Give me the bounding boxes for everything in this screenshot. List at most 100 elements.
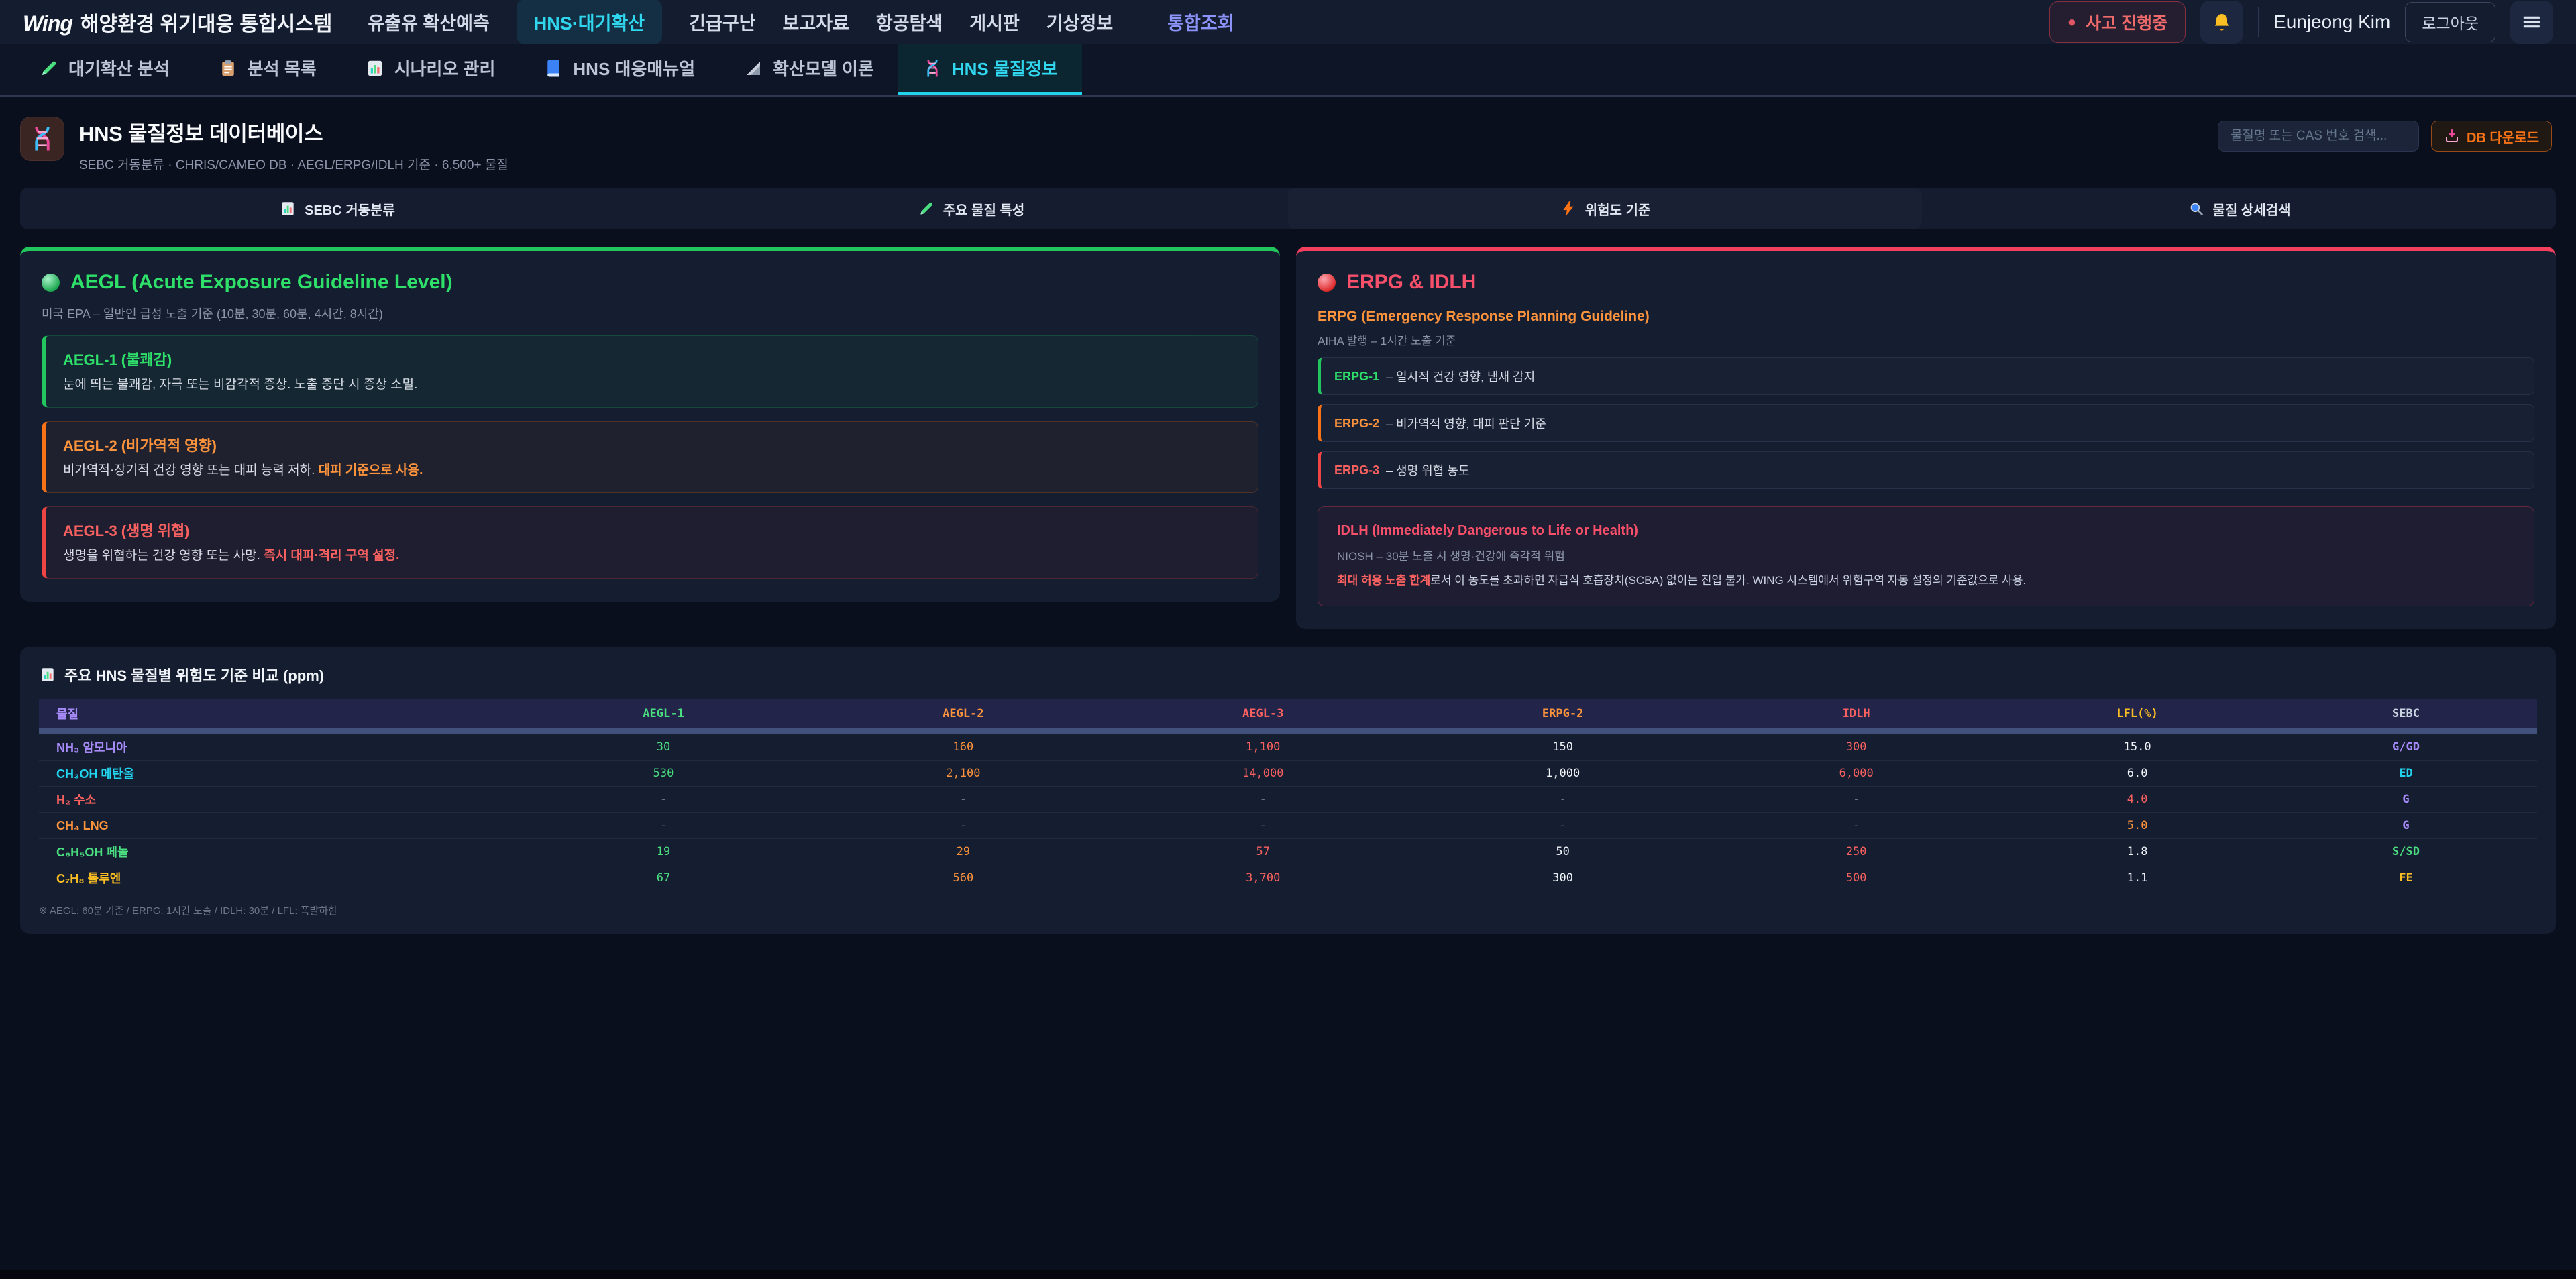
value-cell: 50	[1413, 839, 1713, 865]
status-dot-icon: ●	[2068, 13, 2076, 31]
nav-item-reports[interactable]: 보고자료	[783, 9, 849, 35]
substance-row: CH₄ LNG-----5.0G	[39, 813, 2537, 839]
value-cell: 67	[514, 865, 814, 891]
app-brand[interactable]: Wing 해양환경 위기대응 통합시스템	[23, 7, 332, 37]
aegl-panel-subtitle: 미국 EPA – 일반인 급성 노출 기준 (10분, 30분, 60분, 4시…	[42, 304, 1258, 322]
green-dot-icon	[42, 274, 60, 292]
aegl-level-3-card: AEGL-3 (생명 위협) 생명을 위협하는 건강 영향 또는 사망. 즉시 …	[42, 506, 1258, 579]
value-cell: 1.1	[2000, 865, 2275, 891]
value-cell: ED	[2275, 761, 2537, 787]
aegl-level-1-name: AEGL-1 (불쾌감)	[63, 348, 1240, 370]
subtab-scenario-management[interactable]: 시나리오 관리	[341, 44, 520, 95]
value-cell: 5.0	[2000, 813, 2275, 839]
subtab-analysis-list[interactable]: 분석 목록	[194, 44, 341, 95]
hns-comparison-table-card: 주요 HNS 물질별 위험도 기준 비교 (ppm) 물질AEGL-1AEGL-…	[20, 647, 2556, 934]
value-cell: FE	[2275, 865, 2537, 891]
erpg-heading: ERPG (Emergency Response Planning Guidel…	[1318, 309, 2534, 325]
erpg-title-text: ERPG & IDLH	[1346, 271, 1476, 294]
substance-name-cell: NH₃ 암모니아	[39, 734, 514, 761]
tab-key-substance-properties[interactable]: 주요 물질 특성	[654, 188, 1288, 229]
table-title-text: 주요 HNS 물질별 위험도 기준 비교 (ppm)	[64, 664, 324, 685]
download-icon	[2444, 128, 2460, 144]
value-cell: 500	[1713, 865, 2000, 891]
nav-item-aerial-search[interactable]: 항공탐색	[876, 9, 943, 35]
nav-item-weather[interactable]: 기상정보	[1046, 9, 1113, 35]
value-cell: -	[1113, 813, 1413, 839]
subtab-hns-response-manual[interactable]: HNS 대응매뉴얼	[519, 44, 719, 95]
value-cell: 57	[1113, 839, 1413, 865]
subtab-dispersion-analysis[interactable]: 대기확산 분석	[15, 44, 194, 95]
page: Wing 해양환경 위기대응 통합시스템 유출유 확산예측 HNS·대기확산 긴…	[0, 0, 2576, 1279]
bell-icon	[2211, 11, 2233, 33]
substance-name-cell: H₂ 수소	[39, 787, 514, 813]
section-tab-bar: SEBC 거동분류 주요 물질 특성 위험도 기준 물질 상세검색	[20, 188, 2556, 229]
subtab-hns-substance-info[interactable]: HNS 물질정보	[898, 44, 1082, 95]
menu-button[interactable]	[2510, 1, 2553, 44]
erpg-2-desc: – 비가역적 영향, 대피 판단 기준	[1386, 414, 1546, 432]
value-cell: 150	[1413, 734, 1713, 761]
column-header: AEGL-3	[1113, 699, 1413, 728]
hns-table-body: NH₃ 암모니아301601,10015030015.0G/GDCH₃OH 메탄…	[39, 734, 2537, 891]
aegl-title-text: AEGL (Acute Exposure Guideline Level)	[70, 271, 453, 294]
erpg-1-desc: – 일시적 건강 영향, 냄새 감지	[1386, 368, 1535, 385]
substance-name-cell: CH₄ LNG	[39, 813, 514, 839]
incident-status-badge: ● 사고 진행중	[2049, 1, 2186, 43]
nav-item-hns-dispersion[interactable]: HNS·대기확산	[517, 0, 662, 44]
tab-hazard-criteria[interactable]: 위험도 기준	[1288, 188, 1922, 229]
value-cell: 19	[514, 839, 814, 865]
erpg-3-chip: ERPG-3 – 생명 위협 농도	[1318, 451, 2534, 489]
value-cell: -	[813, 787, 1113, 813]
dna-icon	[922, 58, 943, 78]
substance-name-cell: C₆H₅OH 페놀	[39, 839, 514, 865]
substance-row: C₇H₈ 톨루엔675603,7003005001.1FE	[39, 865, 2537, 891]
erpg-2-chip: ERPG-2 – 비가역적 영향, 대피 판단 기준	[1318, 404, 2534, 442]
substance-search-input[interactable]	[2218, 121, 2419, 152]
aegl-level-2-card: AEGL-2 (비가역적 영향) 비가역적·장기적 건강 영향 또는 대피 능력…	[42, 421, 1258, 494]
idlh-box: IDLH (Immediately Dangerous to Life or H…	[1318, 506, 2534, 606]
page-subtitle: SEBC 거동분류 · CHRIS/CAMEO DB · AEGL/ERPG/I…	[79, 155, 508, 173]
nav-item-board[interactable]: 게시판	[969, 9, 1020, 35]
value-cell: 14,000	[1113, 761, 1413, 787]
subtab-label: 확산모델 이론	[773, 56, 874, 80]
logout-button[interactable]: 로그아웃	[2405, 2, 2496, 42]
hamburger-icon	[2521, 11, 2542, 33]
tab-substance-detail-search[interactable]: 물질 상세검색	[1922, 188, 2556, 229]
criteria-panels: AEGL (Acute Exposure Guideline Level) 미국…	[20, 247, 2556, 629]
column-header: IDLH	[1713, 699, 2000, 728]
substance-row: C₆H₅OH 페놀192957502501.8S/SD	[39, 839, 2537, 865]
notifications-button[interactable]	[2200, 1, 2243, 44]
app-title: 해양환경 위기대응 통합시스템	[80, 7, 332, 37]
aegl-level-3-desc: 생명을 위협하는 건강 영향 또는 사망. 즉시 대피·격리 구역 설정.	[63, 547, 1240, 565]
idlh-subtitle: NIOSH – 30분 노출 시 생명·건강에 즉각적 위험	[1337, 547, 2515, 563]
magnifier-icon	[2188, 200, 2205, 217]
value-cell: -	[813, 813, 1113, 839]
column-header: AEGL-2	[813, 699, 1113, 728]
app-logo: Wing	[23, 11, 72, 36]
pencil-icon	[39, 58, 59, 78]
value-cell: 1,000	[1413, 761, 1713, 787]
value-cell: -	[514, 787, 814, 813]
aegl-panel-title: AEGL (Acute Exposure Guideline Level)	[42, 271, 1258, 294]
nav-item-oil-spill-forecast[interactable]: 유출유 확산예측	[368, 9, 489, 35]
tab-sebc-classification[interactable]: SEBC 거동분류	[20, 188, 654, 229]
subtab-dispersion-model-theory[interactable]: 확산모델 이론	[719, 44, 898, 95]
aegl-panel: AEGL (Acute Exposure Guideline Level) 미국…	[20, 247, 1280, 602]
aegl-level-3-name: AEGL-3 (생명 위협)	[63, 519, 1240, 541]
erpg-idlh-panel: ERPG & IDLH ERPG (Emergency Response Pla…	[1296, 247, 2556, 629]
tab-label: 물질 상세검색	[2213, 199, 2291, 219]
substance-row: H₂ 수소-----4.0G	[39, 787, 2537, 813]
value-cell: 160	[813, 734, 1113, 761]
pencil-icon	[918, 200, 935, 217]
tab-label: 주요 물질 특성	[943, 199, 1025, 219]
page-title: HNS 물질정보 데이터베이스	[79, 117, 508, 147]
nav-item-integrated-search[interactable]: 통합조회	[1167, 9, 1234, 35]
aegl-level-1-card: AEGL-1 (불쾌감) 눈에 띄는 불쾌감, 자극 또는 비감각적 증상. 노…	[42, 335, 1258, 408]
aegl-level-1-desc: 눈에 띄는 불쾌감, 자극 또는 비감각적 증상. 노출 중단 시 증상 소멸.	[63, 376, 1240, 394]
value-cell: 30	[514, 734, 814, 761]
table-horizontal-scrollbar[interactable]	[39, 728, 2537, 734]
nav-item-emergency-rescue[interactable]: 긴급구난	[689, 9, 755, 35]
db-download-button[interactable]: DB 다운로드	[2431, 121, 2552, 152]
erpg-2-label: ERPG-2	[1334, 416, 1379, 431]
chart-icon	[279, 200, 297, 217]
red-dot-icon	[1318, 274, 1336, 292]
